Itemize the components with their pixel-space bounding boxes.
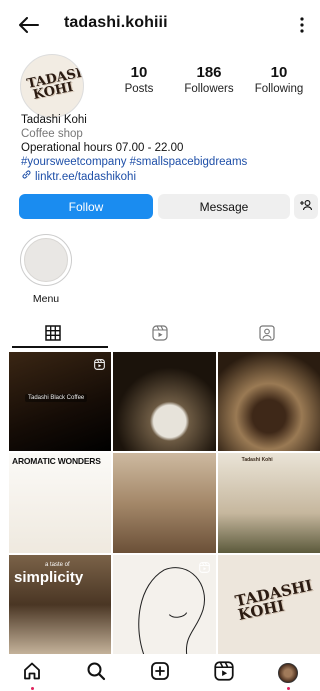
home-icon	[22, 661, 42, 686]
more-vertical-icon[interactable]	[292, 12, 312, 38]
tab-reels[interactable]	[107, 318, 214, 352]
search-icon	[86, 661, 106, 686]
notification-dot	[287, 687, 290, 690]
post-thumbnail[interactable]: AROMATIC WONDERS	[9, 453, 112, 553]
create-icon	[150, 661, 170, 686]
top-bar: tadashi.kohiii	[0, 0, 320, 50]
profile-avatar[interactable]: TADASHI KOHI	[20, 54, 84, 118]
reel-badge-icon	[198, 560, 210, 578]
post-caption-small: a taste of	[45, 561, 70, 568]
profile-category: Coffee shop	[21, 128, 83, 140]
profile-bio: Tadashi Kohi Coffee shop Operational hou…	[21, 113, 247, 184]
stat-followers[interactable]: 186 Followers	[174, 64, 244, 95]
nav-home[interactable]	[17, 658, 47, 690]
tab-tagged[interactable]	[213, 318, 320, 352]
post-thumbnail[interactable]	[217, 352, 320, 452]
posts-grid: Tadashi Black Coffee AROMATIC WONDERS Ta…	[9, 352, 320, 654]
post-caption: TADASHI KOHI	[233, 575, 314, 624]
profile-name: Tadashi Kohi	[21, 114, 87, 126]
post-thumbnail[interactable]	[113, 453, 216, 553]
stat-following[interactable]: 10 Following	[244, 64, 314, 95]
stat-value: 10	[130, 64, 148, 81]
grid-icon	[45, 324, 62, 346]
stat-value: 186	[196, 64, 222, 81]
post-caption: AROMATIC WONDERS	[12, 456, 101, 467]
post-thumbnail[interactable]: a taste of simplicity	[9, 554, 112, 654]
post-caption: simplicity	[14, 568, 84, 586]
follow-button[interactable]: Follow	[19, 194, 153, 219]
highlight-label: Menu	[32, 293, 60, 305]
nav-profile[interactable]	[273, 658, 303, 690]
nav-search[interactable]	[81, 658, 111, 688]
profile-hashtags[interactable]: #yoursweetcompany #smallspacebigdreams	[21, 155, 247, 169]
profile-stats: 10 Posts 186 Followers 10 Following	[104, 64, 314, 95]
profile-link[interactable]: linktr.ee/tadashikohi	[21, 169, 247, 184]
reels-icon	[152, 324, 168, 346]
stat-label: Followers	[184, 83, 234, 95]
story-highlight-menu[interactable]: Menu	[19, 234, 73, 305]
tagged-icon	[259, 324, 275, 346]
post-thumbnail[interactable]: TADASHI KOHI	[217, 554, 320, 654]
post-thumbnail[interactable]	[113, 352, 216, 452]
highlight-cover	[24, 238, 68, 282]
nav-create[interactable]	[145, 658, 175, 688]
post-thumbnail[interactable]: Tadashi Kohi	[217, 453, 320, 553]
stat-value: 10	[270, 64, 288, 81]
profile-hours: Operational hours 07.00 - 22.00	[21, 142, 184, 154]
reel-badge-icon	[94, 357, 106, 375]
nav-reels[interactable]	[209, 658, 239, 688]
back-arrow-icon[interactable]	[16, 13, 42, 37]
profile-link-text: linktr.ee/tadashikohi	[35, 170, 137, 183]
highlight-ring	[20, 234, 72, 286]
brand-logo: TADASHI KOHI	[25, 63, 84, 103]
stat-label: Following	[254, 83, 304, 95]
bottom-nav	[0, 655, 320, 691]
message-button[interactable]: Message	[158, 194, 290, 219]
notification-dot	[31, 687, 34, 690]
profile-username: tadashi.kohiii	[64, 14, 168, 31]
post-thumbnail[interactable]	[113, 554, 216, 654]
post-caption: Tadashi Black Coffee	[25, 394, 88, 402]
stat-posts[interactable]: 10 Posts	[104, 64, 174, 95]
link-icon	[21, 169, 32, 184]
reels-icon	[214, 660, 234, 686]
profile-avatar-icon	[278, 663, 298, 683]
active-tab-indicator	[12, 346, 108, 348]
suggested-users-button[interactable]	[294, 194, 318, 219]
add-user-icon	[299, 199, 313, 214]
stat-label: Posts	[124, 83, 154, 95]
post-caption: Tadashi Kohi	[241, 457, 273, 464]
post-thumbnail[interactable]: Tadashi Black Coffee	[9, 352, 112, 452]
